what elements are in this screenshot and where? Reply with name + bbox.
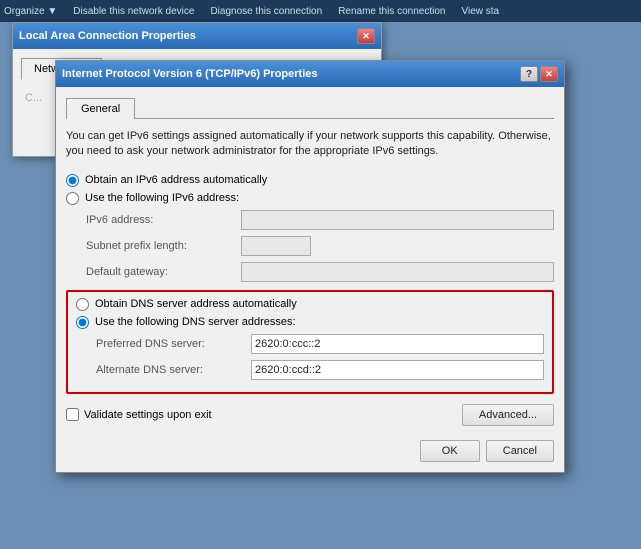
dialog-controls: ? ✕	[520, 66, 558, 82]
radio-manual-dns[interactable]	[76, 316, 89, 329]
ipv6-address-row: IPv6 address:	[86, 210, 554, 230]
manual-dns-label: Use the following DNS server addresses:	[95, 316, 296, 328]
taskbar: Organize ▼ Disable this network device D…	[0, 0, 641, 22]
ipv6-dialog: Internet Protocol Version 6 (TCP/IPv6) P…	[55, 60, 565, 473]
dns-fields: Preferred DNS server: Alternate DNS serv…	[96, 334, 544, 380]
preferred-dns-row: Preferred DNS server:	[96, 334, 544, 354]
auto-dns-label: Obtain DNS server address automatically	[95, 298, 297, 310]
taskbar-disable[interactable]: Disable this network device	[73, 6, 194, 17]
bg-window-titlebar: Local Area Connection Properties ✕	[13, 23, 381, 49]
gateway-row: Default gateway:	[86, 262, 554, 282]
dialog-tab-bar: General	[66, 97, 554, 119]
dialog-buttons: OK Cancel	[66, 440, 554, 462]
info-text: You can get IPv6 settings assigned autom…	[66, 129, 554, 160]
bg-content-placeholder: C...	[25, 92, 42, 104]
taskbar-diagnose[interactable]: Diagnose this connection	[210, 6, 322, 17]
preferred-dns-label: Preferred DNS server:	[96, 338, 251, 350]
radio-manual-address-row: Use the following IPv6 address:	[66, 192, 554, 205]
radio-auto-address-row: Obtain an IPv6 address automatically	[66, 174, 554, 187]
alternate-dns-row: Alternate DNS server:	[96, 360, 544, 380]
radio-manual-dns-row: Use the following DNS server addresses:	[76, 316, 544, 329]
dns-section: Obtain DNS server address automatically …	[66, 290, 554, 394]
address-section: Obtain an IPv6 address automatically Use…	[66, 174, 554, 282]
dialog-help-btn[interactable]: ?	[520, 66, 538, 82]
taskbar-view[interactable]: View sta	[461, 6, 499, 17]
advanced-button[interactable]: Advanced...	[462, 404, 554, 426]
alternate-dns-input[interactable]	[251, 360, 544, 380]
taskbar-rename[interactable]: Rename this connection	[338, 6, 445, 17]
ipv6-address-label: IPv6 address:	[86, 214, 241, 226]
dialog-title: Internet Protocol Version 6 (TCP/IPv6) P…	[62, 68, 318, 80]
gateway-input[interactable]	[241, 262, 554, 282]
dialog-tab-general[interactable]: General	[66, 98, 135, 119]
ok-button[interactable]: OK	[420, 440, 480, 462]
dialog-close-btn[interactable]: ✕	[540, 66, 558, 82]
taskbar-organize[interactable]: Organize ▼	[4, 6, 57, 17]
auto-address-label: Obtain an IPv6 address automatically	[85, 174, 267, 186]
subnet-row: Subnet prefix length:	[86, 236, 554, 256]
cancel-button[interactable]: Cancel	[486, 440, 554, 462]
gateway-label: Default gateway:	[86, 266, 241, 278]
manual-address-label: Use the following IPv6 address:	[85, 192, 239, 204]
preferred-dns-input[interactable]	[251, 334, 544, 354]
radio-auto-dns[interactable]	[76, 298, 89, 311]
validate-checkbox-row: Validate settings upon exit	[66, 408, 212, 421]
subnet-input[interactable]	[241, 236, 311, 256]
radio-auto-address[interactable]	[66, 174, 79, 187]
dialog-titlebar: Internet Protocol Version 6 (TCP/IPv6) P…	[56, 61, 564, 87]
validate-label: Validate settings upon exit	[84, 409, 212, 421]
address-fields: IPv6 address: Subnet prefix length: Defa…	[86, 210, 554, 282]
ipv6-address-input[interactable]	[241, 210, 554, 230]
bg-window-controls: ✕	[357, 28, 375, 44]
dialog-body: General You can get IPv6 settings assign…	[56, 87, 564, 472]
radio-manual-address[interactable]	[66, 192, 79, 205]
subnet-label: Subnet prefix length:	[86, 240, 241, 252]
bg-window-title: Local Area Connection Properties	[19, 30, 196, 42]
alternate-dns-label: Alternate DNS server:	[96, 364, 251, 376]
footer-row: Validate settings upon exit Advanced...	[66, 404, 554, 426]
validate-checkbox[interactable]	[66, 408, 79, 421]
radio-auto-dns-row: Obtain DNS server address automatically	[76, 298, 544, 311]
bg-window-close-btn[interactable]: ✕	[357, 28, 375, 44]
